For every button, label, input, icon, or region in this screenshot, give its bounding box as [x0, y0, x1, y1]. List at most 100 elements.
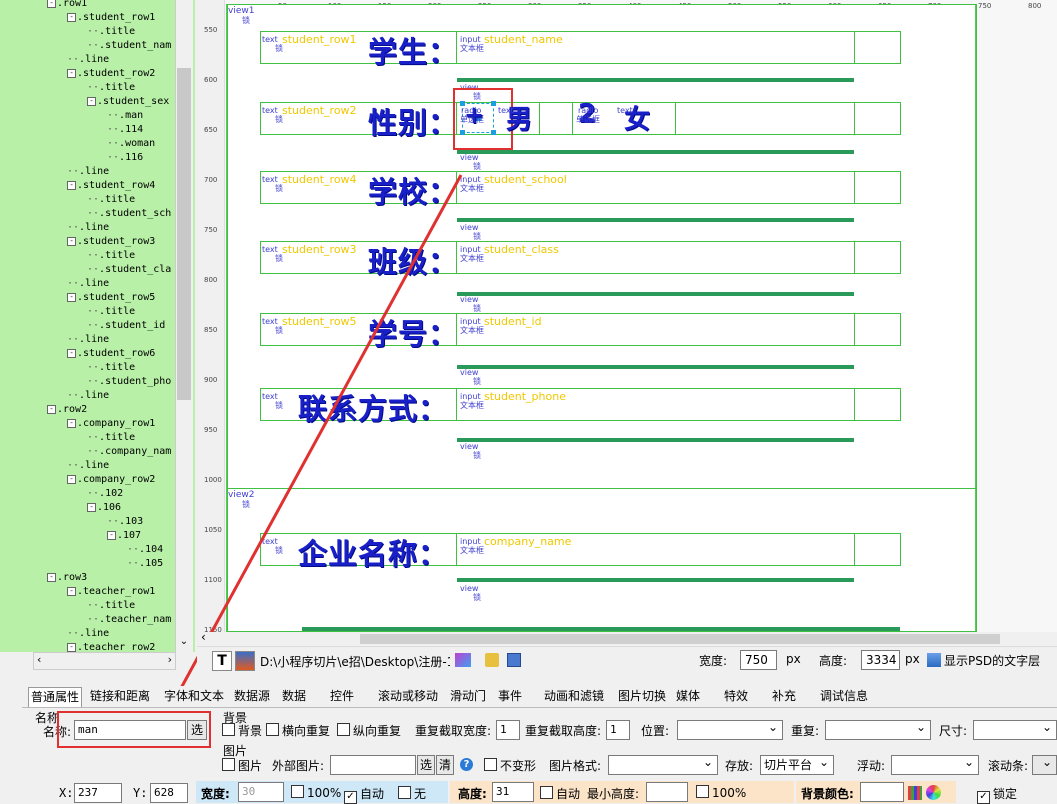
- checkbox-icon[interactable]: [484, 758, 497, 771]
- checkbox-icon[interactable]: [291, 785, 304, 798]
- tab-13[interactable]: 补充: [770, 687, 798, 706]
- geometry-row: X: 237 Y: 628 宽度: 30 100% ✓ 自动 无 高度: 31 自…: [22, 781, 1057, 804]
- text-tool-icon[interactable]: T: [212, 651, 232, 671]
- lock-checkbox[interactable]: ✓ 锁定: [977, 785, 1017, 804]
- psd-icon: [927, 653, 941, 667]
- height-unit: px: [905, 652, 920, 666]
- canvas-height-input[interactable]: 3334: [861, 650, 900, 670]
- repeat-width-input[interactable]: 1: [496, 720, 520, 740]
- y-input[interactable]: 628: [150, 783, 188, 803]
- checkbox-icon[interactable]: [398, 786, 411, 799]
- store-dropdown[interactable]: 切片平台: [760, 753, 834, 775]
- tab-1[interactable]: 链接和距离: [88, 687, 152, 706]
- height-input[interactable]: 31: [492, 782, 534, 802]
- folder-icon[interactable]: [485, 653, 499, 667]
- tab-12[interactable]: 特效: [722, 687, 750, 706]
- size-dropdown[interactable]: [973, 718, 1057, 740]
- float-dropdown[interactable]: [891, 753, 979, 775]
- image-checkbox[interactable]: 图片: [222, 757, 262, 774]
- lock-label: 锁定: [993, 787, 1018, 801]
- scrollbar-label: 滚动条:: [988, 759, 1029, 773]
- bgcolor-label: 背景颜色:: [801, 787, 854, 801]
- h-repeat-checkbox[interactable]: 横向重复: [266, 722, 330, 739]
- show-psd-text-toggle[interactable]: 显示PSD的文字层: [944, 652, 1040, 669]
- checkbox-icon[interactable]: [266, 723, 279, 736]
- checkbox-checked-icon[interactable]: ✓: [344, 791, 357, 804]
- width-unit: px: [786, 652, 801, 666]
- scroll-left-icon[interactable]: ‹: [201, 630, 206, 644]
- repeat-dropdown[interactable]: [825, 718, 931, 740]
- brush-icon[interactable]: [455, 653, 471, 667]
- tab-4[interactable]: 数据: [280, 687, 308, 706]
- h-repeat-label: 横向重复: [282, 724, 331, 738]
- canvas-width-label: 宽度:: [699, 654, 728, 668]
- external-image-label: 外部图片:: [272, 759, 325, 773]
- y-label: Y:: [133, 786, 148, 800]
- tab-9[interactable]: 动画和滤镜: [542, 687, 606, 706]
- tab-8[interactable]: 事件: [496, 687, 524, 706]
- size-label: 尺寸:: [939, 724, 968, 738]
- tab-5[interactable]: 控件: [328, 687, 356, 706]
- width-auto-checkbox[interactable]: ✓ 自动: [344, 785, 384, 804]
- background-checkbox-label: 背景: [238, 724, 263, 738]
- store-label: 存放:: [725, 759, 754, 773]
- image-format-label: 图片格式:: [549, 759, 602, 773]
- width-none-checkbox[interactable]: 无: [398, 785, 426, 802]
- float-label: 浮动:: [857, 759, 886, 773]
- tab-0[interactable]: 普通属性: [28, 687, 83, 707]
- save-icon[interactable]: [507, 653, 521, 667]
- file-path: D:\小程序切片\e招\Desktop\注册-1: [260, 655, 450, 669]
- help-icon[interactable]: ?: [460, 758, 473, 771]
- xy-segment: X: 237 Y: 628: [22, 781, 194, 803]
- tab-10[interactable]: 图片切换: [616, 687, 668, 706]
- image-select-button[interactable]: 选: [417, 755, 435, 775]
- image-clear-button[interactable]: 清: [436, 755, 454, 775]
- tab-11[interactable]: 媒体: [674, 687, 702, 706]
- x-input[interactable]: 237: [74, 783, 122, 803]
- color-grid-icon[interactable]: [908, 786, 922, 800]
- repeat-height-input[interactable]: 1: [606, 720, 630, 740]
- height-100pct-label: 100%: [712, 786, 747, 800]
- background-checkbox[interactable]: 背景: [222, 722, 262, 739]
- height-100pct-checkbox[interactable]: 100%: [696, 785, 746, 800]
- tab-6[interactable]: 滚动或移动: [376, 687, 440, 706]
- tab-7[interactable]: 滑动门: [448, 687, 488, 706]
- no-deform-checkbox[interactable]: 不变形: [484, 757, 536, 774]
- min-height-input[interactable]: [646, 782, 688, 802]
- v-repeat-checkbox[interactable]: 纵向重复: [337, 722, 401, 739]
- checkbox-icon[interactable]: [696, 785, 709, 798]
- property-tabs: 普通属性 链接和距离 字体和文本 数据源 数据 控件 滚动或移动 滑动门 事件 动画和滤镜 图片切换…: [22, 686, 1057, 708]
- v-repeat-label: 纵向重复: [353, 724, 402, 738]
- width-auto-label: 自动: [360, 787, 385, 801]
- width-100pct-checkbox[interactable]: 100%: [291, 785, 341, 800]
- checkbox-icon[interactable]: [222, 723, 235, 736]
- checkbox-icon[interactable]: [540, 786, 553, 799]
- width-label: 宽度:: [201, 787, 230, 801]
- bgcolor-input[interactable]: [860, 782, 904, 802]
- width-input[interactable]: 30: [238, 782, 284, 802]
- position-dropdown[interactable]: [677, 718, 783, 740]
- canvas-width-input[interactable]: 750: [740, 650, 777, 670]
- checkbox-checked-icon[interactable]: ✓: [977, 791, 990, 804]
- height-auto-checkbox[interactable]: 自动: [540, 785, 580, 802]
- min-height-label: 最小高度:: [587, 787, 640, 801]
- width-100pct-label: 100%: [307, 786, 342, 800]
- canvas-scroll-thumb[interactable]: [360, 634, 1000, 644]
- tab-3[interactable]: 数据源: [232, 687, 272, 706]
- checkbox-icon[interactable]: [337, 723, 350, 736]
- tab-2[interactable]: 字体和文本: [162, 687, 226, 706]
- image-checkbox-label: 图片: [238, 759, 263, 773]
- color-wheel-icon[interactable]: [926, 785, 941, 800]
- annotation-arrow: [155, 174, 463, 722]
- external-image-input[interactable]: [330, 755, 416, 775]
- image-tool-icon[interactable]: [235, 651, 255, 671]
- checkbox-icon[interactable]: [222, 758, 235, 771]
- height-label: 高度:: [458, 787, 487, 801]
- tab-14[interactable]: 调试信息: [818, 687, 870, 706]
- image-format-dropdown[interactable]: [608, 753, 718, 775]
- scrollbar-dropdown[interactable]: [1032, 753, 1057, 775]
- repeat-label: 重复:: [791, 724, 820, 738]
- repeat-width-label: 重复截取宽度:: [415, 724, 492, 738]
- bgcolor-segment: 背景颜色:: [796, 781, 956, 803]
- no-deform-label: 不变形: [500, 759, 537, 773]
